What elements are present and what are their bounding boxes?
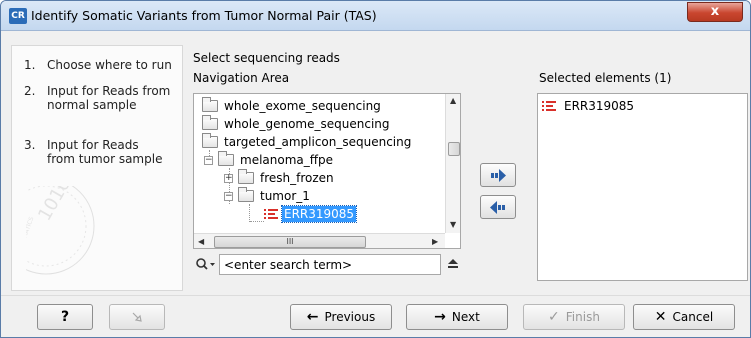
folder-icon xyxy=(202,97,218,112)
scroll-left-icon[interactable]: ◀ xyxy=(198,237,204,246)
svg-text:1010: 1010 xyxy=(34,186,75,225)
folder-open-icon xyxy=(218,151,234,166)
step-number: 2. xyxy=(24,84,36,98)
cancel-button[interactable]: ✕ Cancel xyxy=(633,304,735,330)
step-label: Choose where to run xyxy=(47,58,172,72)
arrow-left-icon: ← xyxy=(306,309,319,325)
section-heading: Select sequencing reads xyxy=(193,51,340,65)
scroll-up-icon[interactable]: ▲ xyxy=(450,96,456,105)
selected-elements-list[interactable]: ERR319085 xyxy=(537,93,748,281)
arrow-left-icon xyxy=(490,201,505,214)
scroll-right-icon[interactable]: ▶ xyxy=(432,237,438,246)
close-icon: ✕ xyxy=(654,309,667,325)
scroll-down-icon[interactable]: ▼ xyxy=(450,220,456,229)
window-title: Identify Somatic Variants from Tumor Nor… xyxy=(31,8,377,23)
wizard-steps-panel: 1. Choose where to run 2. Input for Read… xyxy=(11,45,183,291)
selected-elements-label: Selected elements (1) xyxy=(539,71,672,85)
tree-item-label: melanoma_ffpe xyxy=(240,153,334,167)
folder-icon xyxy=(238,169,254,184)
arrow-right-icon: → xyxy=(434,309,446,325)
list-item-label: ERR319085 xyxy=(564,99,635,113)
undo-icon xyxy=(132,312,142,322)
navigation-tree[interactable]: whole_exome_sequencing whole_genome_sequ… xyxy=(193,93,461,249)
cancel-label: Cancel xyxy=(672,310,714,324)
folder-icon xyxy=(202,115,218,130)
button-bar: ? ← Previous → Next ✓ Finish ✕ Cancel xyxy=(1,295,750,337)
finish-button[interactable]: ✓ Finish xyxy=(523,304,625,330)
step-label: Input for Reads from normal sample xyxy=(47,84,171,112)
scrollbar-thumb[interactable] xyxy=(448,142,460,156)
title-bar[interactable]: CR Identify Somatic Variants from Tumor … xyxy=(1,1,750,31)
main-panel: Select sequencing reads Navigation Area … xyxy=(187,45,748,291)
tree-item-label: ERR319085 xyxy=(280,205,358,223)
add-to-selection-button[interactable] xyxy=(480,163,516,187)
logo-watermark-icon: 1010 BIOINFORMATICS xyxy=(26,186,95,275)
search-icon[interactable] xyxy=(195,257,217,273)
tree-item-label: whole_genome_sequencing xyxy=(224,117,390,131)
checkmark-icon: ✓ xyxy=(548,309,560,325)
collapse-icon[interactable]: − xyxy=(204,156,213,165)
folder-open-icon xyxy=(238,187,254,202)
tree-connector xyxy=(250,221,264,222)
remove-from-selection-button[interactable] xyxy=(480,195,516,219)
previous-button[interactable]: ← Previous xyxy=(290,304,392,330)
scrollbar-thumb[interactable]: III xyxy=(214,236,366,248)
sequence-list-icon xyxy=(264,208,280,220)
app-icon: CR xyxy=(9,8,27,24)
sequence-list-icon xyxy=(542,100,558,112)
previous-label: Previous xyxy=(324,310,376,324)
help-button[interactable]: ? xyxy=(37,304,93,330)
restore-defaults-button[interactable] xyxy=(109,304,165,330)
collapse-icon[interactable]: − xyxy=(224,192,233,201)
svg-text:BIOINFORMATICS: BIOINFORMATICS xyxy=(26,216,36,267)
tree-item-label: whole_exome_sequencing xyxy=(224,99,381,113)
dialog-window: CR Identify Somatic Variants from Tumor … xyxy=(0,0,751,338)
help-label: ? xyxy=(60,309,70,325)
step-number: 3. xyxy=(24,138,36,152)
arrow-right-icon xyxy=(491,169,506,182)
navigation-area-label: Navigation Area xyxy=(193,71,290,85)
next-button[interactable]: → Next xyxy=(406,304,508,330)
tree-connector xyxy=(249,204,250,222)
tree-item-label: targeted_amplicon_sequencing xyxy=(224,135,412,149)
next-label: Next xyxy=(451,310,480,324)
close-button[interactable]: x xyxy=(687,2,743,22)
tree-item-label: tumor_1 xyxy=(260,189,310,203)
step-number: 1. xyxy=(24,58,36,72)
tree-item-label: fresh_frozen xyxy=(260,171,334,185)
expand-icon[interactable]: + xyxy=(224,174,233,183)
finish-label: Finish xyxy=(565,310,600,324)
search-input[interactable] xyxy=(219,254,441,275)
eject-icon[interactable] xyxy=(447,258,459,270)
tree-vertical-scrollbar[interactable]: ▲ ▼ xyxy=(445,94,460,233)
folder-open-icon xyxy=(202,133,218,148)
step-label: Input for Reads from tumor sample xyxy=(47,138,163,166)
tree-horizontal-scrollbar[interactable]: ◀ III ▶ xyxy=(194,233,445,248)
